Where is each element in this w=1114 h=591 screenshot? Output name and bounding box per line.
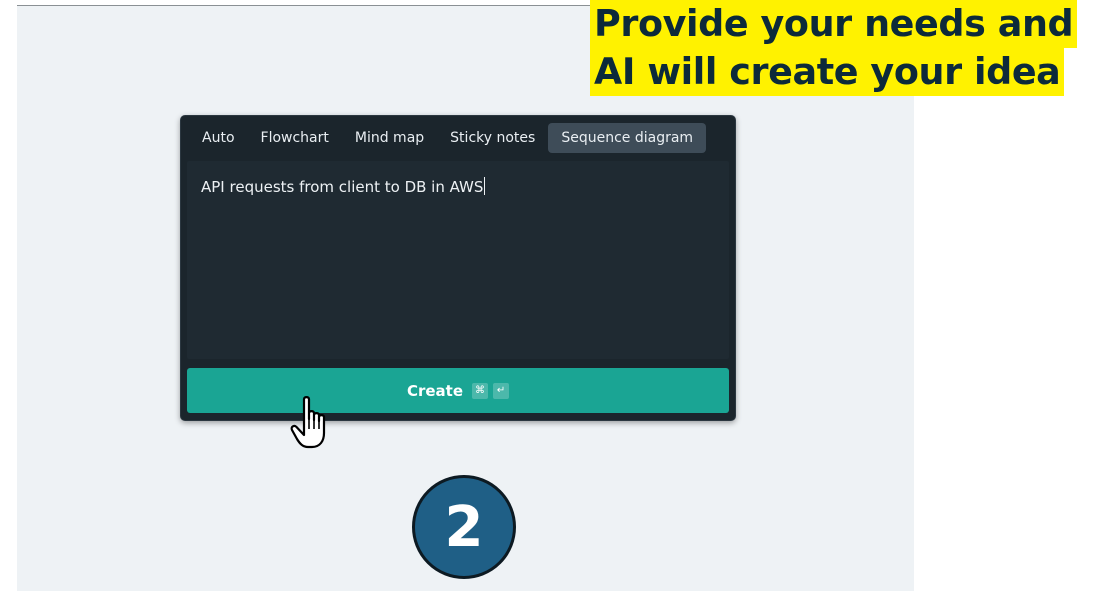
headline-callout: Provide your needs and AI will create yo…	[590, 0, 1078, 96]
ai-diagram-panel: Auto Flowchart Mind map Sticky notes Seq…	[180, 115, 736, 421]
headline-line-2: AI will create your idea	[590, 48, 1065, 96]
enter-key-icon: ↵	[493, 382, 510, 399]
tab-sequence-diagram[interactable]: Sequence diagram	[548, 123, 707, 153]
create-button[interactable]: Create ⌘ ↵	[187, 368, 729, 413]
tab-flowchart[interactable]: Flowchart	[248, 123, 342, 153]
tab-auto[interactable]: Auto	[189, 123, 248, 153]
text-caret	[484, 177, 486, 195]
prompt-textarea[interactable]: API requests from client to DB in AWS	[187, 161, 729, 359]
prompt-text-wrapper: API requests from client to DB in AWS	[201, 177, 486, 196]
tab-sticky-notes[interactable]: Sticky notes	[437, 123, 548, 153]
tab-mind-map[interactable]: Mind map	[342, 123, 437, 153]
command-key-icon: ⌘	[472, 382, 489, 399]
hand-pointer-icon	[290, 396, 326, 449]
headline-line-1: Provide your needs and	[590, 0, 1078, 48]
screenshot: Provide your needs and AI will create yo…	[0, 0, 1114, 591]
create-button-label: Create	[406, 381, 464, 400]
step-number-badge: 2	[412, 475, 516, 579]
prompt-text: API requests from client to DB in AWS	[201, 178, 484, 196]
diagram-type-tabs: Auto Flowchart Mind map Sticky notes Seq…	[189, 122, 707, 154]
